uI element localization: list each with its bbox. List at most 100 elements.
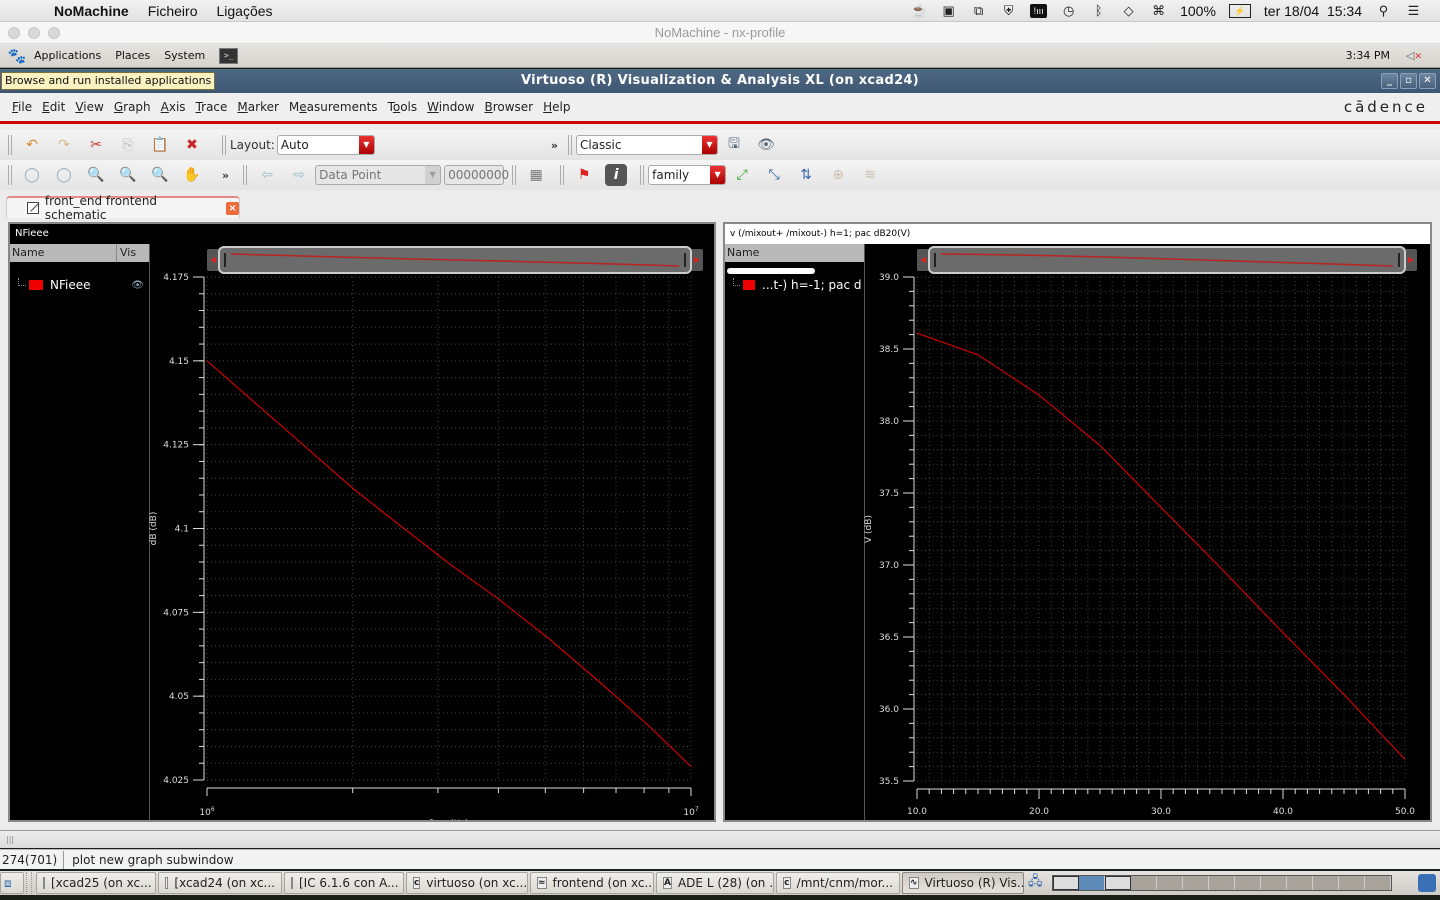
menu-view[interactable]: View bbox=[75, 100, 103, 114]
gnome-foot-icon[interactable]: 🐾 bbox=[6, 47, 28, 65]
maximize-button[interactable]: ▫ bbox=[1400, 73, 1417, 89]
mac-app-name[interactable]: NoMachine bbox=[54, 3, 129, 19]
toolbar-grip[interactable] bbox=[640, 165, 645, 185]
toolbar-grip[interactable] bbox=[8, 165, 12, 185]
chart-1[interactable]: 4.025 4.05 4.075 4.1 4.125 4.15 4.175 106 107 fre… bbox=[10, 224, 714, 820]
taskbar-item[interactable]: [IC 6.1.6 con A... bbox=[284, 872, 404, 894]
workspace-12[interactable] bbox=[1339, 876, 1365, 890]
marker-prev-icon[interactable]: ⇦ bbox=[256, 164, 278, 186]
battery-icon[interactable]: ⚡ bbox=[1228, 4, 1251, 18]
wifi-icon[interactable]: ◇ bbox=[1120, 4, 1137, 18]
coffee-icon[interactable]: ☕ bbox=[910, 4, 927, 18]
mac-menu-ligacoes[interactable]: Ligações bbox=[216, 3, 272, 19]
toolbar-grip[interactable] bbox=[222, 135, 226, 155]
toolbar-grip[interactable] bbox=[8, 135, 12, 155]
zoom-forward-icon[interactable]: ◯ bbox=[53, 164, 75, 186]
panel-applications-menu[interactable]: Applications bbox=[34, 49, 101, 62]
close-window-button[interactable] bbox=[8, 27, 20, 39]
tab-front-end-schematic[interactable]: front_end frontend schematic × bbox=[6, 194, 240, 222]
workspace-8[interactable] bbox=[1235, 876, 1261, 890]
menu-edit[interactable]: Edit bbox=[42, 100, 65, 114]
workspace-7[interactable] bbox=[1209, 876, 1235, 890]
minimize-button[interactable]: _ bbox=[1381, 73, 1398, 89]
workspace-6[interactable] bbox=[1183, 876, 1209, 890]
strip-stack-icon[interactable]: ⇅ bbox=[795, 164, 817, 186]
menu-measurements[interactable]: Measurements bbox=[289, 100, 378, 114]
calculator-icon[interactable]: ▦ bbox=[525, 164, 547, 186]
mac-clock[interactable]: ter 18/04 15:34 bbox=[1264, 3, 1362, 19]
mac-menu-ficheiro[interactable]: Ficheiro bbox=[148, 3, 198, 19]
network-status-icon[interactable]: 🖧 bbox=[1028, 872, 1048, 894]
workspace-9[interactable] bbox=[1261, 876, 1287, 890]
show-desktop-button[interactable]: ⧈ bbox=[0, 872, 24, 894]
workspace-2[interactable] bbox=[1079, 876, 1105, 890]
toolbar-overflow-button[interactable]: » bbox=[222, 169, 229, 182]
cut-icon[interactable]: ✂ bbox=[85, 134, 107, 156]
layout-select[interactable]: Auto ▼ bbox=[276, 135, 375, 155]
graph-subwindow-1[interactable]: NFieee Name Vis NFieee 👁 4.025 4.05 4.075 4… bbox=[8, 222, 716, 822]
trace-overlay-icon[interactable]: ≋ bbox=[859, 164, 881, 186]
graph-style-select[interactable]: Classic ▼ bbox=[575, 135, 718, 155]
menu-marker[interactable]: Marker bbox=[237, 100, 278, 114]
graph-subwindow-2[interactable]: v (/mixout+ /mixout-) h=1; pac dB20(V) N… bbox=[723, 222, 1432, 822]
family-select[interactable]: family ▼ bbox=[648, 165, 727, 185]
spotlight-search-icon[interactable]: ⚲ bbox=[1375, 4, 1392, 18]
workspace-13[interactable] bbox=[1365, 876, 1391, 890]
taskbar-item[interactable]: A ADE L (28) (on ... bbox=[656, 872, 774, 894]
chart-2[interactable]: 35.5 36.0 36.5 37.0 37.5 38.0 38.5 39.0 10.0 20.0… bbox=[725, 224, 1430, 820]
strip-collapse-icon[interactable]: ⤡ bbox=[763, 164, 785, 186]
panel-clock[interactable]: 3:34 PM bbox=[1346, 44, 1390, 68]
marker-flag-icon[interactable]: ⚑ bbox=[573, 164, 595, 186]
menu-browser[interactable]: Browser bbox=[484, 100, 533, 114]
trash-icon[interactable] bbox=[1418, 874, 1436, 892]
bluetooth-icon[interactable]: ᛒ bbox=[1090, 4, 1107, 18]
menu-graph[interactable]: Graph bbox=[114, 100, 151, 114]
toolbar-grip[interactable] bbox=[560, 165, 565, 185]
toolbar-grip[interactable] bbox=[512, 165, 517, 185]
close-button[interactable]: ✕ bbox=[1419, 73, 1436, 89]
pan-hand-icon[interactable]: ✋ bbox=[181, 164, 203, 186]
taskbar-item[interactable]: [xcad25 (on xc... bbox=[36, 872, 156, 894]
zoom-fit-icon[interactable]: 🔍 bbox=[85, 164, 107, 186]
horizontal-scrollbar[interactable]: ||| bbox=[0, 830, 1440, 848]
toolbar-overflow-button[interactable]: » bbox=[551, 139, 558, 152]
taskbar-item[interactable]: ≈ frontend (on xc... bbox=[530, 872, 654, 894]
workspace-switcher[interactable] bbox=[1052, 875, 1392, 891]
keyboard-icon[interactable]: !ııı bbox=[1030, 4, 1048, 18]
taskbar-item[interactable]: [xcad24 (on xc... bbox=[158, 872, 282, 894]
taskbar-grip[interactable] bbox=[26, 872, 32, 894]
zoom-out-icon[interactable]: 🔍 bbox=[149, 164, 171, 186]
toolbar-grip[interactable] bbox=[567, 135, 572, 155]
paste-icon[interactable]: 📋 bbox=[149, 134, 171, 156]
input-source-icon[interactable]: ⌘ bbox=[1150, 4, 1167, 18]
close-tab-icon[interactable]: × bbox=[226, 201, 239, 215]
undo-icon[interactable]: ↶ bbox=[21, 134, 43, 156]
info-balloon-icon[interactable]: i bbox=[605, 164, 628, 186]
workspace-5[interactable] bbox=[1157, 876, 1183, 890]
menu-file[interactable]: File bbox=[12, 100, 32, 114]
notification-center-icon[interactable]: ☰ bbox=[1405, 4, 1422, 18]
workspace-1[interactable] bbox=[1053, 876, 1079, 890]
save-window-icon[interactable]: 🖫 bbox=[723, 134, 745, 156]
add-trace-icon[interactable]: ⊕ bbox=[827, 164, 849, 186]
copy-icon[interactable]: ⎘ bbox=[117, 134, 139, 156]
volume-muted-icon[interactable]: ◁✕ bbox=[1406, 49, 1422, 62]
zoom-back-icon[interactable]: ◯ bbox=[21, 164, 43, 186]
marker-next-icon[interactable]: ⇨ bbox=[288, 164, 310, 186]
zoom-window-button[interactable] bbox=[48, 27, 60, 39]
workspace-11[interactable] bbox=[1313, 876, 1339, 890]
time-machine-icon[interactable]: ◷ bbox=[1060, 4, 1077, 18]
drive-icon[interactable]: ▣ bbox=[940, 4, 957, 18]
panel-places-menu[interactable]: Places bbox=[115, 49, 150, 62]
delete-icon[interactable]: ✖ bbox=[181, 134, 203, 156]
menu-window[interactable]: Window bbox=[427, 100, 474, 114]
terminal-launcher-icon[interactable]: >_ bbox=[219, 47, 239, 64]
workspace-4[interactable] bbox=[1131, 876, 1157, 890]
workspace-10[interactable] bbox=[1287, 876, 1313, 890]
panel-system-menu[interactable]: System bbox=[164, 49, 205, 62]
hide-window-icon[interactable]: 👁 bbox=[755, 134, 777, 156]
taskbar-item[interactable]: ∿ Virtuoso (R) Vis... bbox=[902, 872, 1024, 894]
menu-axis[interactable]: Axis bbox=[161, 100, 186, 114]
marker-value-field[interactable]: 00000000 bbox=[444, 165, 509, 185]
menu-trace[interactable]: Trace bbox=[196, 100, 228, 114]
